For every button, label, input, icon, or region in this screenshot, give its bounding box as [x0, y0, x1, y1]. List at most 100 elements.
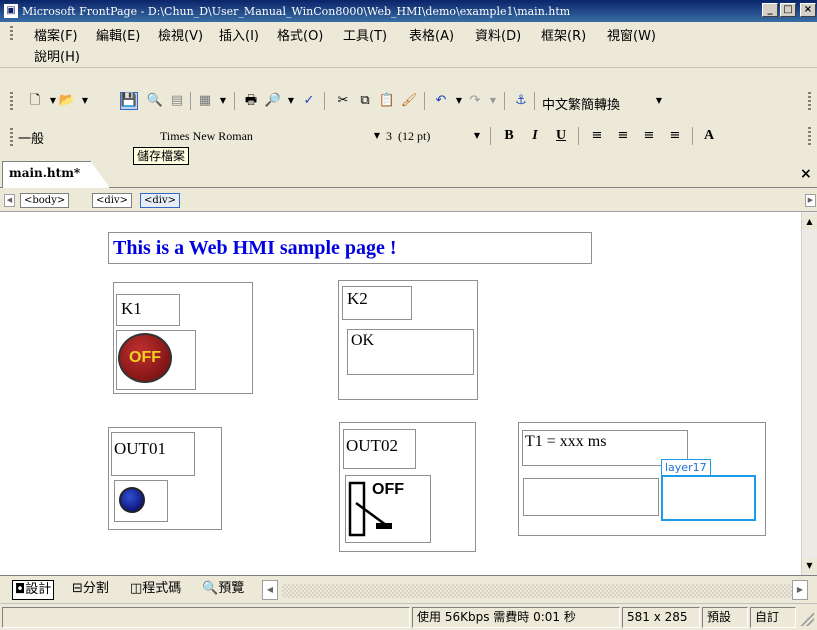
save-tooltip: 儲存檔案 [133, 147, 190, 165]
layer17-selected[interactable] [661, 475, 756, 521]
toolbar-separator [578, 127, 579, 145]
split-view-icon: ⊟ [72, 581, 83, 596]
menu-grip[interactable] [10, 26, 13, 42]
tab-split[interactable]: ⊟分割 [70, 580, 111, 600]
code-view-icon: ◫ [130, 581, 143, 596]
k1-button-label: OFF [129, 349, 161, 366]
window-title: Microsoft FrontPage - D:\Chun_D\User_Man… [22, 4, 571, 18]
underline-button[interactable]: U [552, 127, 570, 145]
resize-grip-icon[interactable] [800, 612, 814, 626]
toolbar-separator [424, 92, 425, 110]
menu-data[interactable]: 資料(D) [475, 25, 521, 44]
menu-window[interactable]: 視窗(W) [607, 25, 656, 44]
align-center-icon[interactable]: ≡ [614, 127, 632, 145]
menu-edit[interactable]: 編輯(E) [96, 25, 140, 44]
font-dropdown[interactable]: Times New Roman [160, 129, 360, 144]
menu-format[interactable]: 格式(O) [277, 25, 323, 44]
chevron-down-icon[interactable]: ▼ [76, 92, 94, 110]
preview-icon: 🔍 [202, 581, 219, 596]
menu-view[interactable]: 檢視(V) [158, 25, 203, 44]
format-painter-icon[interactable]: 🖌 [400, 92, 418, 110]
k2-label: K2 [342, 286, 412, 320]
web-component-icon[interactable]: ▦ [196, 92, 214, 110]
view-tabs-bar: ◘設計 ⊟分割 ◫程式碼 🔍預覽 ◀ ▶ [0, 575, 817, 603]
scroll-up-icon[interactable]: ▲ [802, 214, 817, 229]
menu-bar: 檔案(F) 編輯(E) 檢視(V) 插入(I) 格式(O) 工具(T) 表格(A… [0, 22, 817, 68]
chevron-down-icon[interactable]: ▼ [484, 92, 502, 110]
toolbar-separator [504, 92, 505, 110]
status-bar: 使用 56Kbps 需費時 0:01 秒 581 x 285 預設 自訂 [0, 603, 817, 630]
search-icon[interactable]: 🔍 [146, 92, 164, 110]
chevron-down-icon[interactable]: ▼ [468, 127, 486, 145]
out01-label: OUT01 [111, 432, 195, 476]
chevron-down-icon[interactable]: ▼ [282, 92, 300, 110]
tab-preview[interactable]: 🔍預覽 [200, 580, 246, 600]
maximize-button[interactable]: □ [780, 3, 796, 17]
tag-div-selected[interactable]: <div> [140, 193, 181, 208]
hscroll-left-icon[interactable]: ◀ [262, 580, 278, 600]
page-heading[interactable]: This is a Web HMI sample page ! [108, 232, 592, 264]
menu-file[interactable]: 檔案(F) [34, 25, 78, 44]
print-preview-icon[interactable]: 🔎 [264, 92, 282, 110]
close-tab-icon[interactable]: × [800, 166, 812, 182]
tab-preview-label: 預覽 [218, 581, 245, 596]
design-canvas[interactable]: This is a Web HMI sample page ! K1 OFF K… [0, 212, 801, 575]
undo-icon[interactable]: ↶ [432, 92, 450, 110]
style-dropdown[interactable]: 一般 [18, 128, 148, 147]
bold-button[interactable]: B [500, 127, 518, 145]
k2-status: OK [347, 329, 474, 375]
scroll-down-icon[interactable]: ▼ [802, 558, 817, 573]
italic-button[interactable]: I [526, 127, 544, 145]
vertical-scrollbar[interactable]: ▲ ▼ [801, 212, 817, 575]
redo-icon[interactable]: ↷ [466, 92, 484, 110]
menu-help[interactable]: 說明(H) [34, 46, 80, 65]
open-folder-icon[interactable]: 📂 [58, 92, 76, 110]
tab-code-label: 程式碼 [142, 581, 182, 596]
design-view-icon: ◘ [15, 582, 26, 597]
justify-icon[interactable]: ≡ [666, 127, 684, 145]
horizontal-scrollbar-track[interactable] [282, 584, 792, 598]
status-mode-default[interactable]: 預設 [702, 607, 748, 628]
new-page-icon[interactable]: 🗋 [26, 92, 44, 110]
save-icon[interactable]: 💾 [120, 92, 138, 110]
hyperlink-icon[interactable]: ⚓ [512, 92, 530, 110]
menu-insert[interactable]: 插入(I) [219, 25, 259, 44]
chevron-down-icon[interactable]: ▼ [368, 127, 386, 145]
k1-label: K1 [116, 294, 180, 326]
tab-split-label: 分割 [82, 581, 109, 596]
status-mode-custom[interactable]: 自訂 [750, 607, 796, 628]
print-icon[interactable]: 🖶 [242, 92, 260, 110]
toolbar-overflow[interactable] [808, 92, 811, 112]
align-left-icon[interactable]: ≡ [588, 127, 606, 145]
k1-off-button[interactable]: OFF [118, 333, 172, 383]
out01-indicator-cell [114, 480, 168, 522]
chevron-down-icon[interactable]: ▼ [214, 92, 232, 110]
menu-tools[interactable]: 工具(T) [343, 25, 387, 44]
align-right-icon[interactable]: ≡ [640, 127, 658, 145]
font-size-dropdown[interactable]: 3 (12 pt) [386, 129, 466, 144]
copy-icon[interactable]: ⧉ [356, 92, 374, 110]
hscroll-right-icon[interactable]: ▶ [792, 580, 808, 600]
quick-tag-bar: ◀ <body> <div> <div> ▶ [0, 188, 817, 212]
tab-design[interactable]: ◘設計 [12, 580, 55, 600]
close-window-button[interactable]: × [800, 3, 816, 17]
t1-value-field[interactable] [523, 478, 659, 516]
tag-body[interactable]: <body> [20, 193, 70, 208]
chevron-down-icon[interactable]: ▼ [650, 92, 668, 110]
tag-div[interactable]: <div> [92, 193, 133, 208]
scroll-right-icon[interactable]: ▶ [805, 194, 816, 207]
grow-font-button[interactable]: A [700, 127, 718, 145]
tab-code[interactable]: ◫程式碼 [128, 580, 183, 600]
spelling-icon[interactable]: ✓ [300, 92, 318, 110]
minimize-button[interactable]: _ [762, 3, 778, 17]
menu-table[interactable]: 表格(A) [409, 25, 454, 44]
out02-switch-label: OFF [372, 481, 404, 498]
menu-frames[interactable]: 框架(R) [541, 25, 586, 44]
document-tab-row [0, 154, 817, 188]
scroll-left-icon[interactable]: ◀ [4, 194, 15, 207]
paste-icon[interactable]: 📋 [378, 92, 396, 110]
publish-icon[interactable]: ▤ [168, 92, 186, 110]
cjk-convert-button[interactable]: 中文繁簡轉換 [542, 94, 620, 113]
cut-icon[interactable]: ✂ [334, 92, 352, 110]
toolbar-overflow[interactable] [808, 127, 811, 147]
